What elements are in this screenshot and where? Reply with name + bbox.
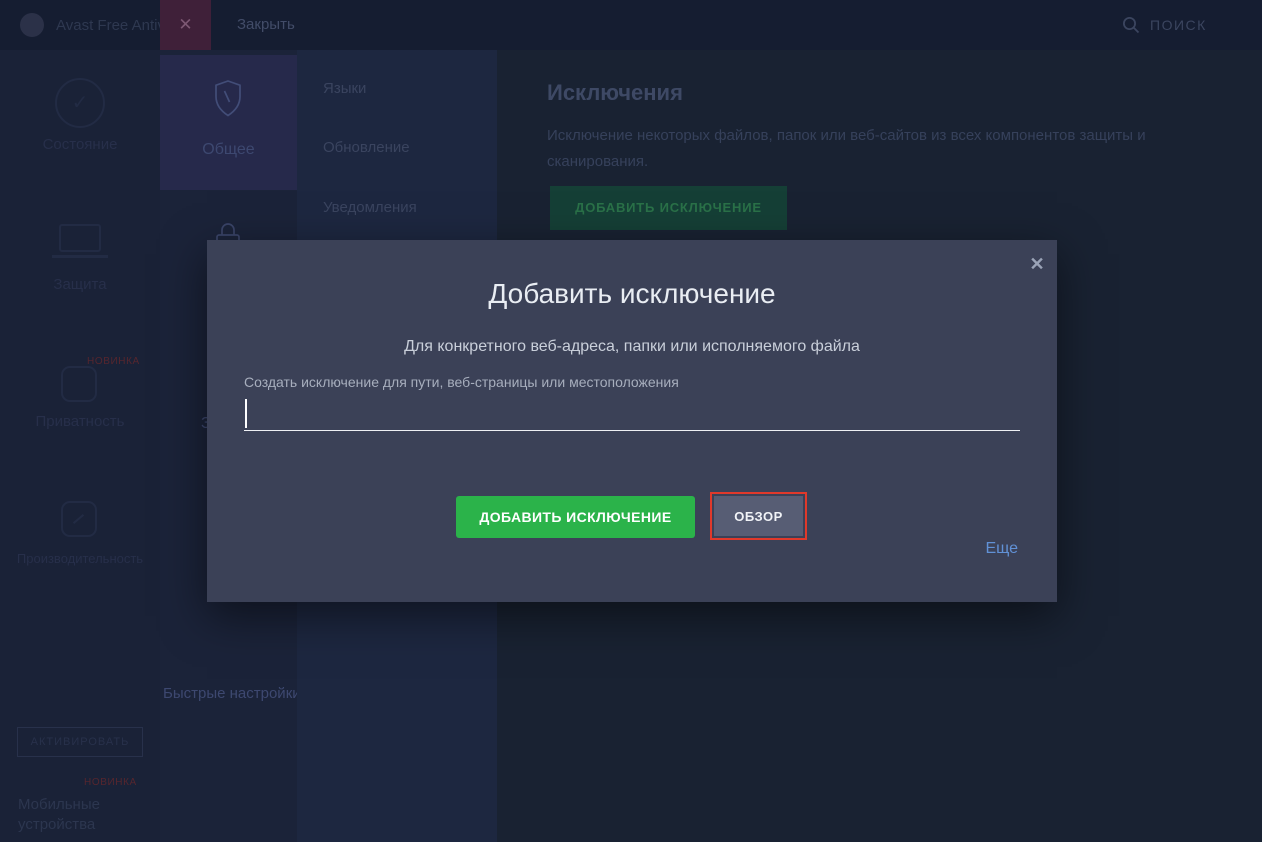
new-badge: НОВИНКА <box>87 356 140 367</box>
sidebar-item-label: Приватность <box>0 413 160 430</box>
settings-tab-label: Общее <box>160 141 297 159</box>
status-icon <box>55 78 105 128</box>
dialog-close-icon[interactable]: ✕ <box>1023 250 1051 278</box>
search-label: ПОИСК <box>1150 17 1207 33</box>
close-icon: ✕ <box>178 15 192 34</box>
topbar: Avast Free Antivirus ✕ Закрыть ПОИСК <box>0 0 1262 50</box>
settings-tab-label: Быстрые настройки <box>163 685 301 702</box>
activate-button[interactable]: АКТИВИРОВАТЬ <box>17 727 143 757</box>
performance-icon <box>61 501 97 537</box>
dialog-subtitle: Для конкретного веб-адреса, папки или ис… <box>207 338 1057 356</box>
close-settings-button[interactable]: ✕ <box>160 0 211 50</box>
new-badge: НОВИНКА <box>84 777 137 788</box>
settings-tab-general[interactable]: Общее <box>160 55 297 190</box>
search-icon <box>1122 16 1141 35</box>
section-tab-notifications[interactable]: Уведомления <box>323 199 417 216</box>
app-logo-icon <box>20 13 44 37</box>
sidebar-item-mobile-devices[interactable]: Мобильные устройства <box>18 795 143 836</box>
privacy-icon <box>61 366 97 402</box>
sidebar-item-label: Производительность <box>0 551 160 566</box>
text-caret <box>245 399 247 428</box>
sidebar-item-label: Защита <box>0 276 160 293</box>
close-settings-label[interactable]: Закрыть <box>237 16 295 33</box>
click-highlight-box: ОБЗОР <box>710 492 807 540</box>
laptop-icon <box>59 224 101 252</box>
exception-path-input[interactable] <box>244 395 1020 431</box>
exception-input-label: Создать исключение для пути, веб-страниц… <box>244 374 679 390</box>
dialog-title: Добавить исключение <box>207 278 1057 310</box>
more-link[interactable]: Еще <box>985 540 1018 558</box>
add-exception-dialog: ✕ Добавить исключение Для конкретного ве… <box>207 240 1057 602</box>
page-description: Исключение некоторых файлов, папок или в… <box>547 123 1219 175</box>
page-title: Исключения <box>547 80 683 106</box>
sidebar-item-label: Состояние <box>0 136 160 153</box>
browse-button[interactable]: ОБЗОР <box>714 496 803 536</box>
dialog-add-exception-button[interactable]: ДОБАВИТЬ ИСКЛЮЧЕНИЕ <box>456 496 695 538</box>
add-exception-button[interactable]: ДОБАВИТЬ ИСКЛЮЧЕНИЕ <box>550 186 787 230</box>
section-tab-languages[interactable]: Языки <box>323 80 366 97</box>
avast-window: Avast Free Antivirus ✕ Закрыть ПОИСК Сос… <box>0 0 1262 842</box>
sidebar: Состояние Защита НОВИНКА Приватность Про… <box>0 50 160 842</box>
shield-icon <box>213 79 243 119</box>
search-button[interactable]: ПОИСК <box>1122 13 1207 37</box>
section-tab-update[interactable]: Обновление <box>323 139 410 156</box>
